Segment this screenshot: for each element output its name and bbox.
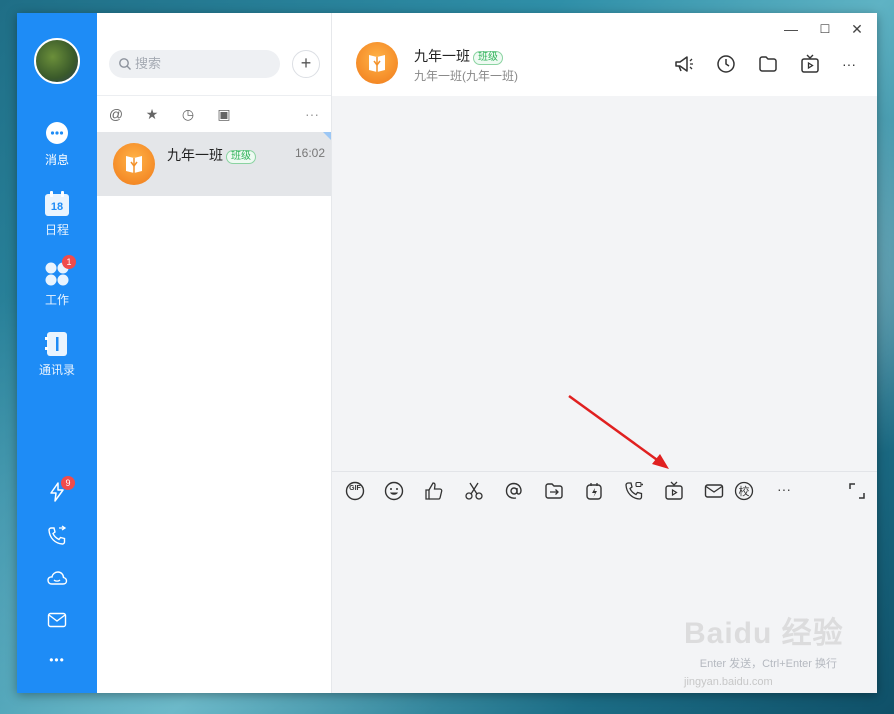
announcement-icon[interactable] <box>673 53 695 75</box>
group-avatar <box>356 42 398 84</box>
thumbs-up-icon[interactable] <box>423 480 445 502</box>
watermark: Baidu 经验 <box>684 617 844 650</box>
cloud-button[interactable] <box>17 567 97 594</box>
chat-bubble-icon <box>44 121 70 147</box>
notification-badge: 1 <box>62 255 76 269</box>
mail-button[interactable] <box>17 609 97 636</box>
at-icon[interactable]: @ <box>107 105 125 123</box>
live-tv-icon[interactable] <box>799 53 821 75</box>
history-icon[interactable] <box>715 53 737 75</box>
live-tv-icon[interactable] <box>663 480 685 502</box>
scissors-icon[interactable] <box>463 480 485 502</box>
expand-icon[interactable] <box>846 480 868 502</box>
flash-icon[interactable] <box>583 480 605 502</box>
sidebar-item-label: 通讯录 <box>38 363 75 377</box>
share-icon[interactable] <box>543 480 565 502</box>
more-icon[interactable]: ··· <box>842 56 856 72</box>
sidebar-item-label: 日程 <box>44 223 69 237</box>
page-title: 九年一班 班级 <box>414 46 503 66</box>
at-icon[interactable] <box>503 480 525 502</box>
sidebar-item-contacts[interactable]: 通讯录 <box>17 331 97 378</box>
sidebar-item-messages[interactable]: 消息 <box>17 121 97 168</box>
more-button[interactable]: ··· <box>773 480 795 502</box>
sidebar-rail: 消息 18 日程 1 工作 通讯录 9 ••• <box>17 13 97 693</box>
book-icon <box>126 156 142 173</box>
contacts-icon <box>44 331 70 357</box>
more-icon: ··· <box>777 481 791 497</box>
book-icon <box>369 55 385 72</box>
sidebar-item-label: 消息 <box>44 153 69 167</box>
conversation-time: 16:02 <box>294 146 325 160</box>
mail-icon <box>47 612 67 628</box>
gif-button[interactable]: GIF <box>344 480 366 502</box>
calendar-day: 18 <box>51 201 63 213</box>
more-icon[interactable]: ··· <box>303 105 321 123</box>
send-hint: Enter 发送，Ctrl+Enter 换行 <box>699 658 837 670</box>
class-tag: 班级 <box>473 51 503 65</box>
list-item[interactable]: 九年一班 班级 16:02 <box>97 132 331 196</box>
watermark-url: jingyan.baidu.com <box>684 676 773 688</box>
class-tag: 班级 <box>226 150 256 164</box>
search-icon <box>119 58 131 70</box>
avatar[interactable] <box>34 38 80 84</box>
notification-badge: 9 <box>61 476 75 490</box>
star-icon[interactable]: ★ <box>143 105 161 123</box>
more-button[interactable]: ••• <box>17 653 97 667</box>
add-button[interactable]: + <box>292 50 320 78</box>
group-avatar <box>113 143 155 185</box>
app-window: 消息 18 日程 1 工作 通讯录 9 ••• 搜索 + @ ★ ◷ ▣ ···… <box>17 13 877 693</box>
maximize-button[interactable]: ☐ <box>817 21 833 37</box>
sidebar-item-work[interactable]: 1 工作 <box>17 255 97 308</box>
folder-icon[interactable] <box>757 53 779 75</box>
school-button[interactable]: 校 <box>733 480 755 502</box>
call-icon[interactable] <box>623 480 645 502</box>
cloud-icon <box>47 571 68 585</box>
archive-icon[interactable]: ▣ <box>215 105 233 123</box>
conversation-name: 九年一班 班级 <box>167 145 256 165</box>
close-button[interactable]: ✕ <box>849 21 865 37</box>
sidebar-item-label: 工作 <box>44 293 69 307</box>
conversation-list: 搜索 + @ ★ ◷ ▣ ··· 九年一班 班级 16:02 <box>97 13 332 693</box>
sidebar-item-schedule[interactable]: 18 日程 <box>17 191 97 238</box>
chat-pane: — ☐ ✕ 九年一班 班级 九年一班(九年一班) ··· GIF 校 ··· E… <box>332 13 877 693</box>
lightning-button[interactable]: 9 <box>17 476 97 508</box>
filter-bar: @ ★ ◷ ▣ ··· <box>97 95 331 132</box>
search-input[interactable]: 搜索 <box>109 50 280 78</box>
emoji-icon[interactable] <box>383 480 405 502</box>
mail-icon[interactable] <box>703 480 725 502</box>
chat-subtitle: 九年一班(九年一班) <box>414 69 518 83</box>
more-icon: ••• <box>49 653 65 667</box>
minimize-button[interactable]: — <box>783 21 799 37</box>
phone-button[interactable] <box>17 525 97 552</box>
recent-icon[interactable]: ◷ <box>179 105 197 123</box>
calendar-icon: 18 <box>44 191 70 217</box>
phone-icon <box>48 525 67 545</box>
chat-header: — ☐ ✕ 九年一班 班级 九年一班(九年一班) ··· <box>332 13 877 96</box>
search-placeholder: 搜索 <box>135 56 162 71</box>
input-toolbar: GIF 校 ··· <box>332 476 877 506</box>
apps-icon: 1 <box>44 255 76 287</box>
